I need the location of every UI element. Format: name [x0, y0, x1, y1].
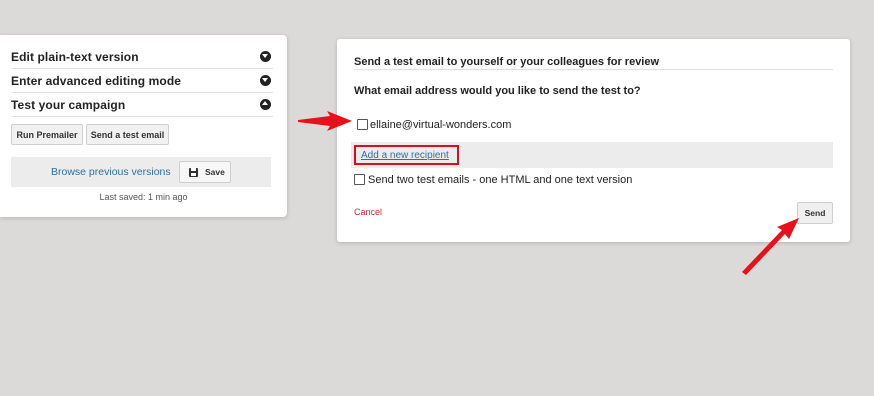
annotation-arrow-icon — [298, 111, 352, 131]
annotation-arrow-icon — [742, 218, 799, 275]
annotation-arrows — [298, 111, 799, 275]
